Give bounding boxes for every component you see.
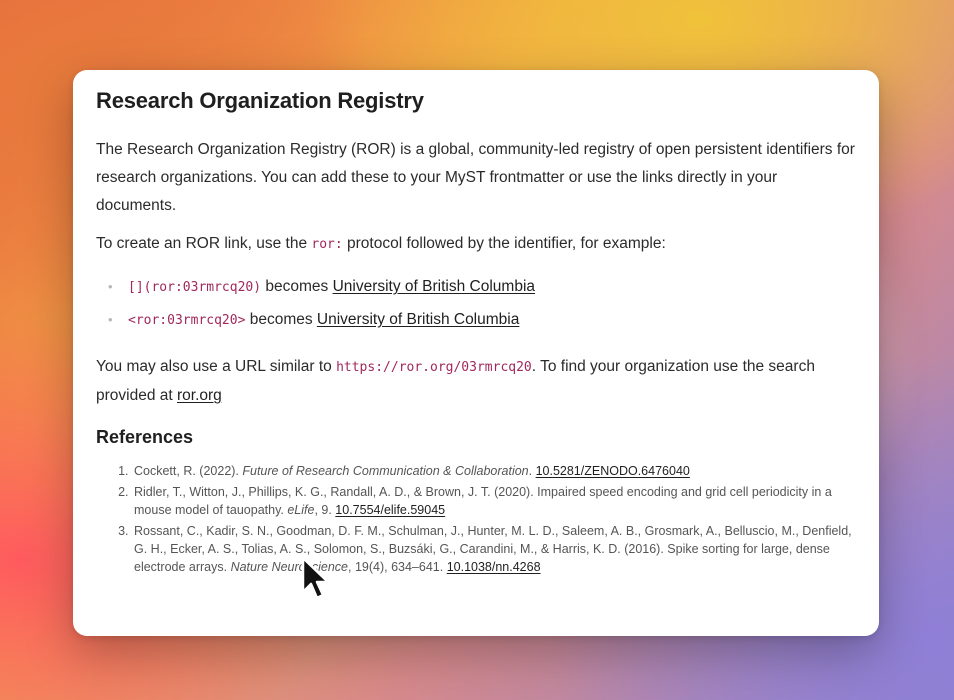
doi-link[interactable]: 10.5281/ZENODO.6476040 [536, 464, 690, 478]
reference-item: Cockett, R. (2022). Future of Research C… [132, 462, 856, 480]
references-list: Cockett, R. (2022). Future of Research C… [96, 462, 856, 576]
reference-authors: Cockett, R. (2022). [134, 464, 243, 478]
reference-title: Future of Research Communication & Colla… [242, 464, 529, 478]
howto-text-before: To create an ROR link, use the [96, 235, 312, 252]
ubc-link[interactable]: University of British Columbia [317, 311, 519, 328]
reference-details: , 9. [314, 503, 336, 517]
reference-details: . [528, 464, 536, 478]
bullet-icon: • [108, 312, 113, 327]
reference-item: Rossant, C., Kadir, S. N., Goodman, D. F… [132, 522, 856, 576]
doi-link[interactable]: 10.7554/elife.59045 [335, 503, 445, 517]
page-title: Research Organization Registry [96, 88, 424, 113]
bullet-icon: • [108, 279, 113, 294]
example-text: becomes [245, 311, 317, 328]
url-text-before: You may also use a URL similar to [96, 358, 337, 375]
intro-paragraph: The Research Organization Registry (ROR)… [96, 141, 855, 214]
example-text: becomes [261, 278, 333, 295]
howto-paragraph: To create an ROR link, use the ror: prot… [96, 230, 856, 259]
examples-list: • [](ror:03rmrcq20) becomes University o… [96, 271, 856, 337]
reference-title: eLife [287, 503, 315, 517]
doi-link[interactable]: 10.1038/nn.4268 [447, 560, 541, 574]
references-heading: References [96, 427, 194, 447]
list-item: • <ror:03rmrcq20> becomes University of … [108, 304, 856, 337]
document-card: Research Organization Registry The Resea… [73, 70, 879, 636]
example-code: [](ror:03rmrcq20) [128, 280, 262, 295]
ubc-link[interactable]: University of British Columbia [333, 278, 535, 295]
ror-org-link[interactable]: ror.org [177, 387, 222, 404]
reference-details: , 19(4), 634–641. [348, 560, 447, 574]
list-item: • [](ror:03rmrcq20) becomes University o… [108, 271, 856, 304]
arrow-cursor-icon [301, 556, 330, 600]
howto-text-after: protocol followed by the identifier, for… [342, 235, 666, 252]
url-paragraph: You may also use a URL similar to https:… [96, 353, 856, 410]
reference-item: Ridler, T., Witton, J., Phillips, K. G.,… [132, 483, 856, 519]
example-code: <ror:03rmrcq20> [128, 313, 246, 328]
ror-url-code: https://ror.org/03rmrcq20 [336, 360, 532, 375]
reference-authors: Ridler, T., Witton, J., Phillips, K. G.,… [134, 485, 832, 517]
ror-protocol-code: ror: [311, 237, 343, 252]
